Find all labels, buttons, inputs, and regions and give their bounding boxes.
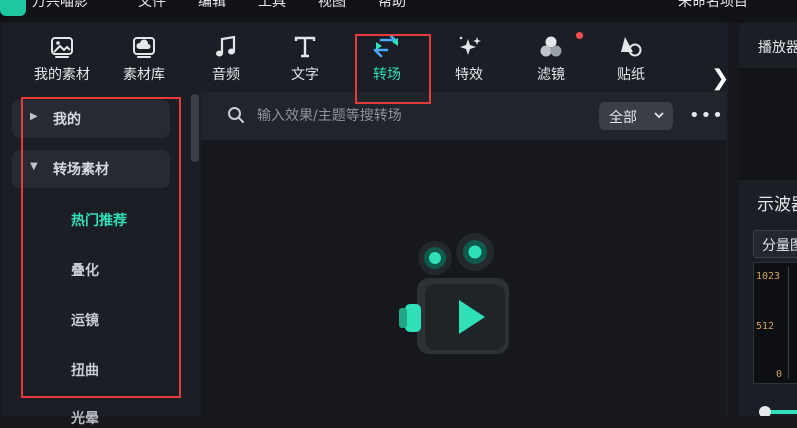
text-icon <box>294 36 316 58</box>
chevron-right-icon[interactable]: ❯ <box>711 66 729 91</box>
scope-axis <box>788 267 789 379</box>
tab-filters[interactable]: 滤镜 <box>511 32 591 88</box>
search-bar: 输入效果/主题等搜转场 全部 ••• <box>201 92 726 140</box>
waveform-scope: 1023 512 0 <box>753 262 797 384</box>
tab-filters-label: 滤镜 <box>537 67 565 83</box>
tab-player[interactable]: 播放器 <box>758 37 797 57</box>
menu-edit[interactable]: 编辑 <box>198 0 226 11</box>
tab-my-media-label: 我的素材 <box>34 67 90 83</box>
menu-tools[interactable]: 工具 <box>258 0 286 11</box>
sticker-icon <box>621 37 642 57</box>
scope-tick-bottom: 0 <box>776 369 783 380</box>
tab-library[interactable]: 素材库 <box>104 32 184 88</box>
notification-dot <box>576 32 583 39</box>
transition-grid <box>201 140 726 416</box>
menu-file[interactable]: 文件 <box>138 0 166 11</box>
menu-view[interactable]: 视图 <box>318 0 346 11</box>
scope-tick-mid: 512 <box>756 321 775 332</box>
tab-stickers[interactable]: 贴纸 <box>591 32 671 88</box>
filter-circles-icon <box>540 36 562 57</box>
tab-audio[interactable]: 音频 <box>186 32 266 88</box>
tab-library-label: 素材库 <box>123 67 165 83</box>
image-folder-icon <box>51 37 73 58</box>
scope-title: 示波器 <box>757 195 797 215</box>
sidebar-item-glow[interactable]: 光晕 <box>71 408 99 428</box>
tab-audio-label: 音频 <box>212 67 240 83</box>
menubar: 万兴喵影 文件 编辑 工具 视图 帮助 未命名项目 <box>0 0 797 22</box>
sidebar-scrollbar[interactable] <box>191 94 199 162</box>
player-panel: 播放器 示波器 分量图 1023 512 0 <box>739 22 797 416</box>
tab-effects[interactable]: 特效 <box>429 32 509 88</box>
chevron-down-icon <box>654 112 664 119</box>
menu-help[interactable]: 帮助 <box>378 0 406 11</box>
scope-mode-value: 分量图 <box>762 238 797 254</box>
project-name: 未命名项目 <box>678 0 748 10</box>
tab-my-media[interactable]: 我的素材 <box>22 32 102 88</box>
scope-tick-top: 1023 <box>756 271 781 282</box>
video-camera-illustration-icon <box>399 233 509 354</box>
search-icon <box>228 107 244 123</box>
music-note-icon <box>216 35 236 57</box>
sparkle-star-icon <box>459 36 481 55</box>
app-logo <box>0 0 26 16</box>
menu-app[interactable]: 万兴喵影 <box>32 0 88 11</box>
filter-dropdown[interactable]: 全部 <box>599 102 673 130</box>
scope-slider-handle[interactable] <box>759 406 771 416</box>
player-preview <box>739 68 797 180</box>
scope-mode-select[interactable]: 分量图 <box>753 230 797 258</box>
highlight-box-sidebar <box>21 97 181 398</box>
filter-value: 全部 <box>609 110 637 126</box>
tab-text[interactable]: 文字 <box>265 32 345 88</box>
tab-text-label: 文字 <box>291 67 319 83</box>
cloud-folder-icon <box>133 37 155 58</box>
tab-stickers-label: 贴纸 <box>617 67 645 83</box>
tab-effects-label: 特效 <box>455 67 483 83</box>
more-options-icon[interactable]: ••• <box>689 105 724 126</box>
search-input[interactable]: 输入效果/主题等搜转场 <box>257 105 557 125</box>
highlight-box-transitions-tab <box>355 34 431 104</box>
